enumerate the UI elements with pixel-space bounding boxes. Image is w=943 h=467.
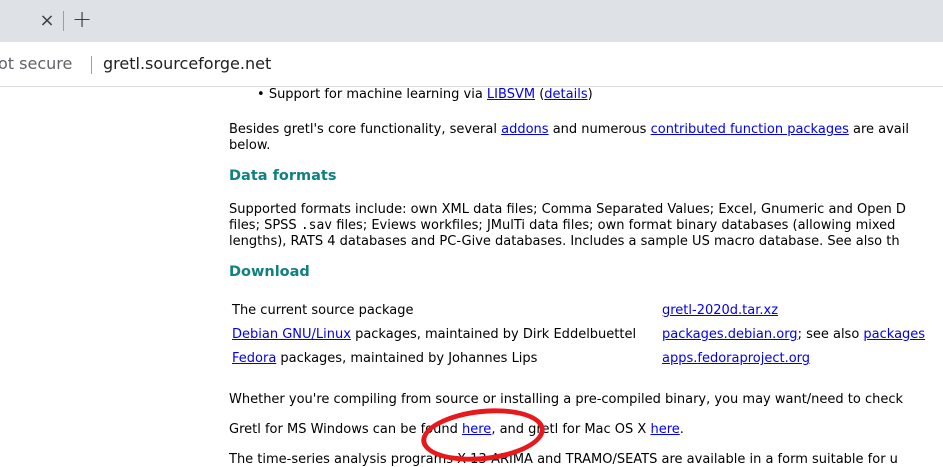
sav-extension: .sav (300, 218, 333, 233)
formats-line-2b: files; Eviews workfiles; JMulTi data fil… (332, 218, 896, 233)
debian-text: packages, maintained by Dirk Eddelbuette… (350, 327, 637, 342)
debian-packages-link[interactable]: packages.debian.org (662, 327, 798, 342)
fedora-text: packages, maintained by Johannes Lips (276, 351, 538, 366)
url-text[interactable]: gretl.sourceforge.net (103, 54, 271, 73)
download-row-source-label: The current source package (229, 299, 659, 323)
bullet-text: Support for machine learning via (268, 87, 487, 102)
formats-line-3: lengths), RATS 4 databases and PC-Give d… (229, 234, 900, 249)
fedora-link[interactable]: Fedora (232, 351, 276, 366)
download-row-fedora-label: Fedora packages, maintained by Johannes … (229, 347, 659, 371)
download-row-debian-label: Debian GNU/Linux packages, maintained by… (229, 323, 659, 347)
compile-paragraph: Whether you're compiling from source or … (229, 392, 904, 407)
download-heading: Download (229, 264, 310, 280)
tab-strip: × + (0, 0, 943, 42)
security-indicator[interactable]: ot secure (0, 54, 72, 73)
download-row-fedora-value: apps.fedoraproject.org (659, 347, 929, 371)
table-row: Debian GNU/Linux packages, maintained by… (229, 323, 929, 347)
debian-packages-link-2[interactable]: packages (863, 327, 925, 342)
addons-text-4: below. (229, 138, 271, 153)
debian-link[interactable]: Debian GNU/Linux (232, 327, 351, 342)
addons-text-2: and numerous (548, 122, 651, 137)
see-also-text: ; see also (797, 327, 864, 342)
table-row: Fedora packages, maintained by Johannes … (229, 347, 929, 371)
formats-line-1: Supported formats include: own XML data … (229, 202, 906, 217)
addons-text-3: are avail (848, 122, 909, 137)
formats-line-2: files; SPSS .sav files; Eviews workfiles… (229, 218, 895, 234)
download-row-source-value: gretl-2020d.tar.xz (659, 299, 929, 323)
tab-divider (63, 11, 64, 31)
data-formats-heading: Data formats (229, 168, 337, 184)
fedora-apps-link[interactable]: apps.fedoraproject.org (662, 351, 810, 366)
details-link[interactable]: details (544, 87, 587, 102)
formats-line-2a: files; SPSS (229, 218, 301, 233)
timeseries-paragraph: The time-series analysis programs X-13-A… (229, 452, 898, 467)
addons-paragraph: Besides gretl's core functionality, seve… (229, 122, 909, 138)
new-tab-icon[interactable]: + (68, 5, 96, 33)
paren-close: ) (587, 87, 593, 102)
table-row: The current source package gretl-2020d.t… (229, 299, 929, 323)
addons-link[interactable]: addons (501, 122, 548, 137)
address-divider (91, 56, 92, 74)
feature-bullet: • Support for machine learning via LIBSV… (257, 87, 593, 103)
windows-text-3: . (679, 422, 684, 437)
bullet-dot: • (257, 87, 269, 102)
source-tarball-link[interactable]: gretl-2020d.tar.xz (662, 303, 778, 318)
close-tab-icon[interactable]: × (35, 9, 59, 33)
mac-here-link[interactable]: here (650, 422, 679, 437)
address-bar[interactable]: ot secure gretl.sourceforge.net (0, 42, 943, 87)
download-row-debian-value: packages.debian.org; see also packages (659, 323, 929, 347)
contributed-packages-link[interactable]: contributed function packages (651, 122, 849, 137)
addons-text-1: Besides gretl's core functionality, seve… (229, 122, 502, 137)
addons-paragraph-cont: below. (229, 138, 270, 154)
download-table: The current source package gretl-2020d.t… (229, 299, 929, 371)
libsvm-link[interactable]: LIBSVM (487, 87, 535, 102)
page-content: • Support for machine learning via LIBSV… (229, 86, 943, 467)
paren-open: ( (535, 87, 545, 102)
source-package-text: The current source package (232, 303, 414, 318)
